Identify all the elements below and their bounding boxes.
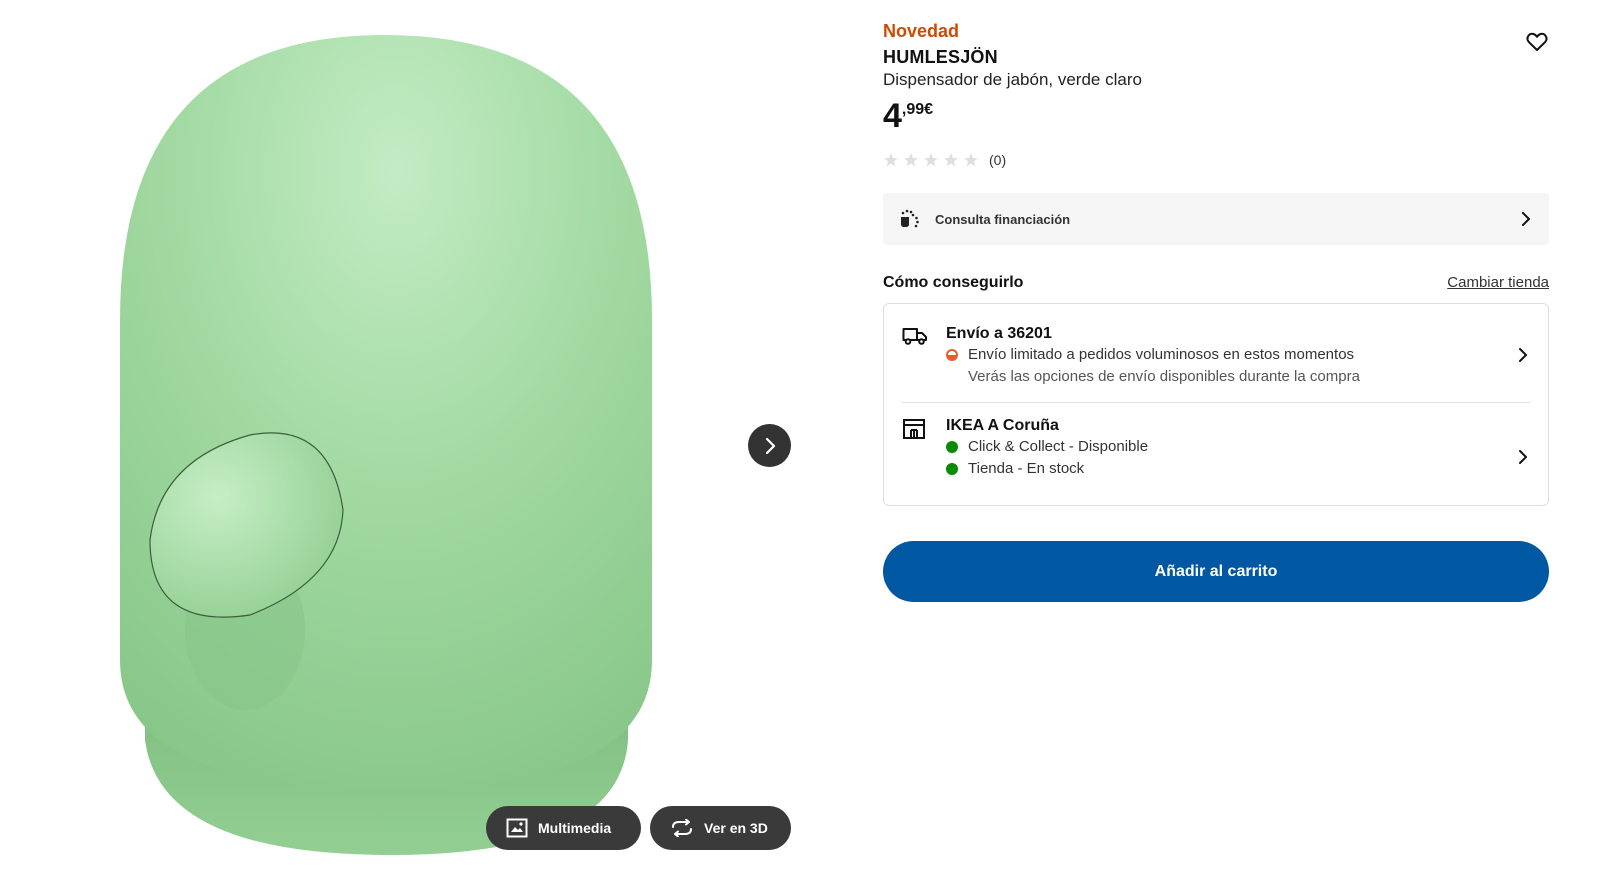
in-store-line: Tienda - En stock xyxy=(946,458,1530,480)
rotate-3d-icon xyxy=(672,819,692,837)
in-store-status: Tienda - En stock xyxy=(968,460,1085,477)
price-integer: 4 xyxy=(883,97,902,135)
chevron-right-icon xyxy=(1522,212,1530,226)
star-icon xyxy=(944,153,958,167)
price: 4 ,99 € xyxy=(883,96,933,136)
add-to-cart-button[interactable]: Añadir al carrito xyxy=(883,541,1549,602)
product-description: Dispensador de jabón, verde claro xyxy=(883,70,1142,89)
rating-stars xyxy=(883,152,979,168)
next-image-button[interactable] xyxy=(748,424,791,467)
product-page: Multimedia Ver en 3D Novedad HUMLESJÖN D… xyxy=(0,0,1617,882)
media-gallery: Multimedia Ver en 3D xyxy=(0,0,850,882)
divider xyxy=(902,402,1530,403)
financing-label: Consulta financiación xyxy=(935,211,1071,227)
view-3d-label: Ver en 3D xyxy=(704,820,768,836)
delivery-note: Verás las opciones de envío disponibles … xyxy=(968,368,1360,385)
limited-status-icon xyxy=(946,349,958,361)
truck-icon xyxy=(902,328,927,345)
price-currency: € xyxy=(924,101,934,118)
product-image[interactable] xyxy=(100,20,680,880)
delivery-option[interactable]: Envío a 36201 Envío limitado a pedidos v… xyxy=(902,324,1530,414)
change-store-link[interactable]: Cambiar tienda xyxy=(1447,274,1549,291)
chevron-right-icon xyxy=(1519,348,1527,362)
product-name: HUMLESJÖN xyxy=(883,47,998,67)
new-badge: Novedad xyxy=(883,21,960,41)
favourite-button[interactable] xyxy=(1525,30,1549,54)
image-gallery-icon xyxy=(506,818,528,838)
store-option[interactable]: IKEA A Coruña Click & Collect - Disponib… xyxy=(902,416,1530,496)
financing-icon xyxy=(901,209,919,228)
available-status-icon xyxy=(946,441,958,453)
multimedia-label: Multimedia xyxy=(538,820,612,836)
rating[interactable]: (0) xyxy=(883,152,1006,168)
financing-banner[interactable]: Consulta financiación xyxy=(883,193,1549,245)
chevron-right-icon xyxy=(1519,450,1527,464)
delivery-title: Envío a 36201 xyxy=(946,325,1052,342)
delivery-status-line: Envío limitado a pedidos voluminosos en … xyxy=(946,344,1530,366)
price-decimal: ,99 xyxy=(901,101,925,118)
star-icon xyxy=(964,153,978,167)
available-status-icon xyxy=(946,463,958,475)
delivery-status: Envío limitado a pedidos voluminosos en … xyxy=(968,346,1355,363)
store-icon xyxy=(903,419,925,439)
store-title: IKEA A Coruña xyxy=(946,417,1059,434)
fulfilment-options: Envío a 36201 Envío limitado a pedidos v… xyxy=(883,303,1549,506)
view-3d-button[interactable]: Ver en 3D xyxy=(650,806,791,850)
product-info-panel: Novedad HUMLESJÖN Dispensador de jabón, … xyxy=(883,0,1549,882)
click-collect-line: Click & Collect - Disponible xyxy=(946,436,1530,458)
chevron-right-icon xyxy=(765,437,775,454)
star-icon xyxy=(924,153,938,167)
heart-icon xyxy=(1526,32,1548,51)
rating-count: (0) xyxy=(989,152,1007,168)
star-icon xyxy=(904,153,918,167)
multimedia-button[interactable]: Multimedia xyxy=(486,806,641,850)
click-collect-status: Click & Collect - Disponible xyxy=(968,438,1149,455)
delivery-details: Envío a 36201 Envío limitado a pedidos v… xyxy=(946,324,1530,414)
how-to-get-title: Cómo conseguirlo xyxy=(883,274,1024,291)
store-details: IKEA A Coruña Click & Collect - Disponib… xyxy=(946,416,1530,496)
star-icon xyxy=(884,153,898,167)
